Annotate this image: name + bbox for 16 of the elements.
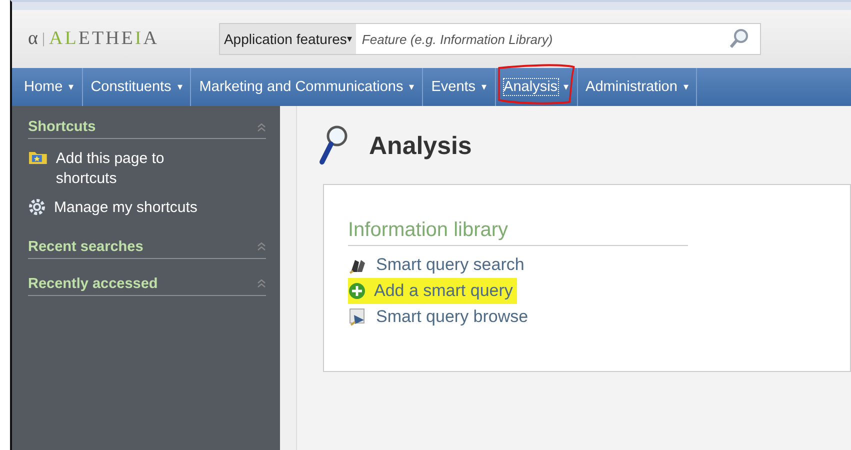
logo: α|ALETHEIA bbox=[28, 28, 159, 50]
nav-menu-item[interactable]: Administration ▾ bbox=[578, 68, 698, 106]
feature-link[interactable]: Add a smart query bbox=[348, 278, 517, 304]
sidebar-section-header[interactable]: Recent searches bbox=[28, 236, 266, 259]
sidebar-section-header[interactable]: Recently accessed bbox=[28, 272, 266, 296]
scope-dropdown[interactable]: Application features▾ bbox=[220, 24, 356, 54]
feature-link[interactable]: Smart query search bbox=[348, 252, 528, 278]
section-title: Information library bbox=[348, 219, 688, 246]
feature-link[interactable]: Smart query browse bbox=[348, 304, 532, 330]
nav-menu-item[interactable]: Analysis ▾ bbox=[496, 68, 578, 106]
nav-menu-item[interactable]: Events ▾ bbox=[423, 68, 496, 106]
sidebar-link[interactable]: Add this page to shortcuts bbox=[28, 145, 228, 194]
search-field[interactable]: Application features▾ Feature (e.g. Information Library) bbox=[218, 23, 761, 55]
page-title: Analysis bbox=[369, 132, 472, 160]
sidebar-link[interactable]: Manage my shortcuts bbox=[28, 194, 228, 222]
sidebar-section-header[interactable]: Shortcuts bbox=[28, 116, 266, 139]
